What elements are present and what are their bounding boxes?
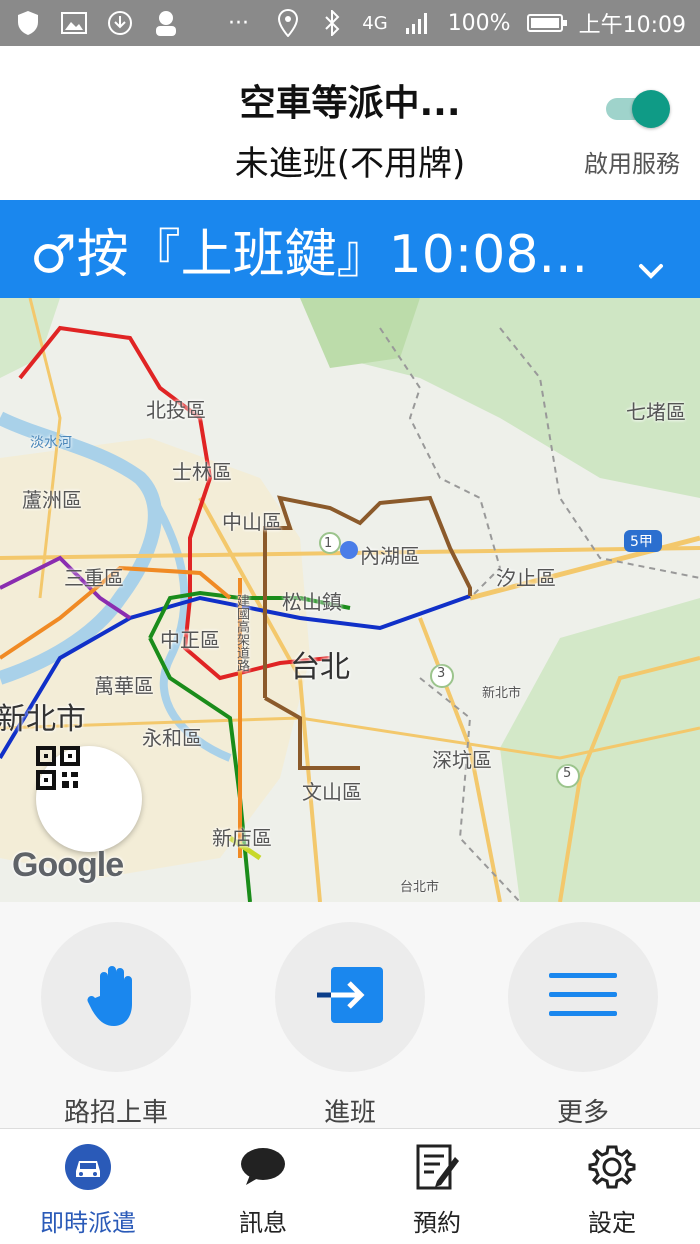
download-icon (106, 9, 134, 37)
chevron-down-icon[interactable] (638, 234, 664, 294)
clock-in-circle (275, 922, 425, 1072)
clock-in-banner[interactable]: ♂按『上班鍵』10:08... (0, 200, 700, 298)
service-toggle-label: 啟用服務 (584, 150, 680, 178)
map-label-shilin: 士林區 (172, 460, 232, 484)
tab-dispatch[interactable]: 即時派遣 (13, 1143, 163, 1238)
map-label-tamsui: 淡水河 (30, 435, 72, 451)
map-label-sanchong: 三重區 (64, 566, 124, 590)
tab-reservation-label: 預約 (413, 1209, 461, 1237)
chat-bubble-icon (240, 1147, 286, 1191)
route-1-label: 1 (324, 536, 333, 551)
status-title: 空車等派中... (239, 83, 461, 124)
avatar-icon (152, 9, 180, 37)
more-button[interactable]: 更多 (508, 922, 658, 1129)
map-label-qidu: 七堵區 (626, 400, 686, 424)
clock-in-label: 進班 (323, 1098, 376, 1128)
banner-text: ♂按『上班鍵』10:08... (30, 224, 589, 285)
clock-in-button[interactable]: 進班 (275, 922, 425, 1129)
action-panel: 路招上車 進班 更多 (0, 902, 700, 1128)
map-label-new-taipei: 新北市 (0, 702, 86, 737)
map-view[interactable]: 北投區 七堵區 淡水河 士林區 蘆洲區 中山區 1 內湖區 5甲 三重區 汐止區… (0, 298, 700, 902)
map-label-taibei-small: 台北市 (400, 880, 440, 895)
more-circle (508, 922, 658, 1072)
bluetooth-icon (318, 9, 346, 37)
signal-icon (404, 9, 432, 37)
shield-icon (14, 9, 42, 37)
route-5-label: 5 (563, 766, 572, 781)
tab-messages-label: 訊息 (239, 1209, 287, 1237)
street-hail-button[interactable]: 路招上車 (41, 922, 191, 1129)
map-label-wanhua: 萬華區 (94, 674, 154, 698)
map-label-yonghe: 永和區 (142, 726, 202, 750)
toggle-thumb (632, 90, 670, 128)
image-icon (60, 9, 88, 37)
map-label-xindian: 新店區 (212, 826, 272, 850)
map-label-zhongzheng: 中正區 (160, 628, 220, 652)
clock: 上午10:09 (578, 13, 686, 38)
service-toggle[interactable] (606, 90, 670, 128)
note-edit-icon (415, 1143, 459, 1195)
map-label-zhongshan: 中山區 (222, 510, 282, 534)
tab-reservation[interactable]: 預約 (362, 1143, 512, 1238)
street-hail-circle (41, 922, 191, 1072)
map-label-songshan: 松山鎮 (282, 590, 342, 614)
login-arrow-icon (315, 965, 385, 1029)
qr-code-button[interactable] (36, 746, 142, 852)
tab-messages[interactable]: 訊息 (188, 1143, 338, 1238)
header: 空車等派中... 未進班(不用牌) 啟用服務 (0, 46, 700, 200)
menu-lines-icon (549, 973, 617, 1021)
network-type: 4G (362, 12, 388, 34)
map-label-luzhou: 蘆洲區 (22, 488, 82, 512)
hand-icon (86, 962, 146, 1032)
map-label-xinbei-small: 新北市 (482, 686, 522, 701)
map-label-jianguo: 建國高架道路 (234, 594, 249, 672)
map-label-beitou: 北投區 (146, 398, 206, 422)
tab-settings-label: 設定 (588, 1209, 636, 1237)
map-label-taipei: 台北 (290, 650, 350, 685)
tab-settings[interactable]: 設定 (537, 1143, 687, 1238)
status-bar: ··· 4G 100% 上午10:09 (0, 0, 700, 46)
status-subtitle: 未進班(不用牌) (234, 144, 466, 184)
street-hail-label: 路招上車 (63, 1098, 168, 1128)
taxi-icon (64, 1143, 112, 1195)
gear-icon (588, 1143, 636, 1195)
map-label-neihu: 內湖區 (360, 544, 420, 568)
battery-icon (526, 14, 567, 32)
route-3-label: 3 (437, 666, 446, 681)
bottom-tab-bar: 即時派遣 訊息 預約 設定 (0, 1128, 700, 1244)
google-attribution: Google (12, 846, 124, 884)
location-icon (274, 9, 302, 37)
more-dots: ··· (228, 10, 249, 36)
route-5jia-label: 5甲 (630, 534, 653, 550)
battery-percent: 100% (447, 10, 511, 36)
map-label-wenshan: 文山區 (302, 780, 362, 804)
map-label-xizhi: 汐止區 (496, 566, 556, 590)
more-label: 更多 (556, 1098, 609, 1128)
tab-dispatch-label: 即時派遣 (40, 1209, 136, 1237)
map-label-shenkeng: 深坑區 (432, 748, 492, 772)
